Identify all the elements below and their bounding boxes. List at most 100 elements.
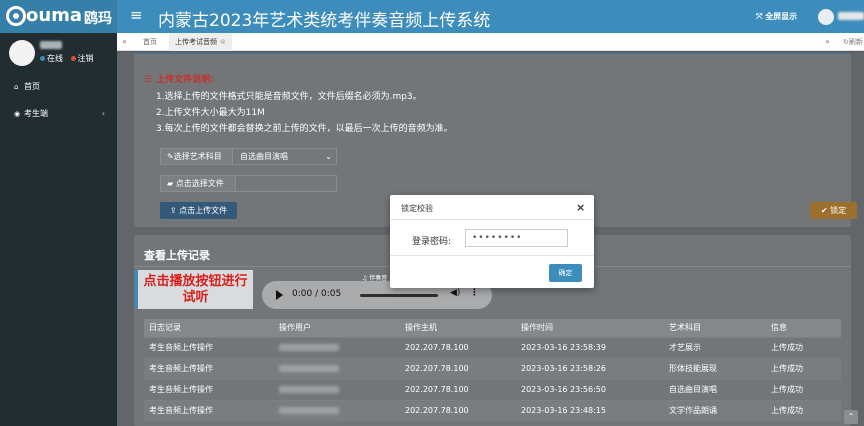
- folder-icon: ▰: [167, 179, 176, 188]
- file-select-button[interactable]: ▰ 点击选择文件: [161, 176, 236, 191]
- menu-toggle-icon[interactable]: ≡: [130, 8, 143, 23]
- note-line: 3.每次上传的文件都会替换之前上传的文件，以最后一次上传的音频为准。: [156, 124, 453, 134]
- chevron-up-icon: ⌃: [847, 412, 855, 421]
- password-label: 登录密码:: [412, 237, 452, 247]
- sidebar: 在线 注销 ⌂ 首页 ◉ 考生端 ‹: [0, 33, 117, 426]
- expand-icon: ⤧: [756, 12, 766, 21]
- column-header: 艺术科目: [664, 319, 766, 337]
- cell-log: 考生音频上传操作: [144, 378, 274, 400]
- tab-scroll-right-button[interactable]: »: [825, 33, 830, 51]
- note-line: 2.上传文件大小最大为11M: [156, 108, 265, 118]
- column-header: 操作主机: [400, 319, 516, 337]
- dialog-header: 锁定校验 ×: [390, 195, 594, 220]
- chevron-left-icon: ‹: [101, 109, 105, 118]
- subject-label-text: 选择艺术科目: [173, 152, 222, 161]
- cell-host: 202.207.78.100: [400, 357, 516, 379]
- subject-select-value: 自选曲目演唱: [240, 152, 288, 161]
- cell-subject: 自选曲目演唱: [664, 378, 766, 400]
- table-row: 考生音频上传操作 202.207.78.100 2023-03-16 23:56…: [144, 378, 841, 400]
- tab-home[interactable]: 首页: [137, 33, 163, 51]
- sidebar-user-name-redacted: [40, 41, 62, 49]
- play-icon[interactable]: [276, 290, 283, 300]
- table-row: 考生音频上传操作 202.207.78.100 2023-03-16 23:58…: [144, 336, 841, 358]
- subject-select[interactable]: 自选曲目演唱 ⌄: [234, 149, 336, 164]
- top-navbar: ouma 鸥玛 ≡ 内蒙古2023年艺术类统考伴奏音频上传系统 ⤧ 全屏显示: [0, 0, 864, 33]
- close-icon[interactable]: ×: [576, 201, 585, 214]
- dialog-footer: 确定: [390, 255, 594, 288]
- more-options-icon[interactable]: ⋮: [470, 288, 479, 298]
- subject-select-group: ✎选择艺术科目 自选曲目演唱 ⌄: [160, 148, 337, 165]
- logout-link[interactable]: 注销: [78, 54, 94, 63]
- sidebar-item-home[interactable]: ⌂ 首页: [0, 76, 117, 98]
- refresh-button[interactable]: ↻刷新: [843, 33, 863, 51]
- upload-file-button[interactable]: ⇪ 点击上传文件: [160, 202, 237, 219]
- tab-close-icon[interactable]: ⊗: [220, 38, 226, 46]
- column-header: 日志记录: [144, 319, 274, 337]
- notes-title-text: 上传文件说明:: [156, 75, 214, 85]
- lock-button-label: 锁定: [830, 206, 847, 215]
- fullscreen-label: 全屏显示: [765, 12, 798, 21]
- cell-info: 上传成功: [766, 357, 841, 379]
- lock-button[interactable]: ✔ 锁定: [810, 202, 857, 219]
- file-name-field[interactable]: [237, 176, 336, 191]
- user-status: 在线 注销: [40, 53, 94, 64]
- notes-title: ☰ 上传文件说明:: [144, 72, 214, 85]
- scroll-to-top-button[interactable]: ⌃: [844, 410, 858, 424]
- logo-cn-text: 鸥玛: [84, 11, 112, 27]
- play-hint-callout: 点击播放按钮进行试听: [135, 270, 253, 309]
- home-icon: ⌂: [14, 83, 19, 91]
- cell-host: 202.207.78.100: [400, 378, 516, 400]
- logout-dot-icon: [70, 56, 76, 61]
- redacted-text: [279, 344, 339, 351]
- cell-time: 2023-03-16 23:58:26: [516, 357, 664, 379]
- user-avatar[interactable]: [818, 9, 834, 25]
- sidebar-item-label: 考生端: [24, 109, 48, 118]
- file-select-group: ▰ 点击选择文件: [160, 175, 337, 192]
- user-name-redacted[interactable]: [838, 12, 864, 20]
- list-icon: ☰: [144, 75, 153, 85]
- cell-time: 2023-03-16 23:58:39: [516, 336, 664, 358]
- audio-progress-track[interactable]: [360, 294, 438, 297]
- logo-icon: [6, 6, 26, 26]
- cell-host: 202.207.78.100: [400, 399, 516, 421]
- user-icon: ◉: [14, 110, 21, 118]
- logo-text: ouma: [26, 5, 83, 26]
- cell-info: 上传成功: [766, 399, 841, 421]
- confirm-button[interactable]: 确定: [549, 264, 582, 282]
- upload-button-label: 点击上传文件: [179, 206, 228, 215]
- cell-user-redacted: [274, 357, 400, 379]
- password-field[interactable]: ••••••••: [465, 229, 568, 247]
- redacted-text: [279, 365, 339, 372]
- column-header: 操作时间: [516, 319, 664, 337]
- cell-log: 考生音频上传操作: [144, 336, 274, 358]
- cell-user-redacted: [274, 336, 400, 358]
- volume-icon[interactable]: ◀): [450, 288, 460, 298]
- cell-user-redacted: [274, 399, 400, 421]
- table-row: 考生音频上传操作 202.207.78.100 2023-03-16 23:58…: [144, 357, 841, 379]
- sidebar-item-label: 首页: [24, 82, 40, 91]
- file-select-label: 点击选择文件: [175, 179, 224, 188]
- audio-time: 0:00 / 0:05: [292, 289, 342, 299]
- tab-label: 上传考试音频: [175, 38, 217, 46]
- column-header: 信息: [766, 319, 841, 337]
- cell-info: 上传成功: [766, 336, 841, 358]
- fullscreen-button[interactable]: ⤧ 全屏显示: [756, 11, 797, 22]
- redacted-text: [279, 386, 339, 393]
- column-header: 操作用户: [274, 319, 400, 337]
- table-row: 考生音频上传操作 202.207.78.100 2023-03-16 23:48…: [144, 399, 841, 421]
- logo[interactable]: ouma 鸥玛: [0, 0, 117, 33]
- sidebar-item-examinee[interactable]: ◉ 考生端 ‹: [0, 103, 117, 125]
- cell-subject: 文学作品朗诵: [664, 399, 766, 421]
- note-line: 1.选择上传的文件格式只能是音频文件，文件后缀名必须为.mp3。: [156, 92, 422, 102]
- status-online: 在线: [47, 54, 63, 63]
- table-header-row: 日志记录 操作用户 操作主机 操作时间 艺术科目 信息: [144, 319, 841, 337]
- refresh-label: 刷新: [848, 38, 863, 46]
- cell-subject: 形体技能展现: [664, 357, 766, 379]
- system-title: 内蒙古2023年艺术类统考伴奏音频上传系统: [158, 11, 491, 31]
- check-icon: ✔: [820, 206, 831, 215]
- tab-upload-audio[interactable]: 上传考试音频 ⊗: [169, 33, 232, 51]
- tab-scroll-left-button[interactable]: «: [122, 33, 127, 51]
- cell-subject: 才艺展示: [664, 336, 766, 358]
- dialog-title: 锁定校验: [401, 204, 433, 213]
- cell-user-redacted: [274, 378, 400, 400]
